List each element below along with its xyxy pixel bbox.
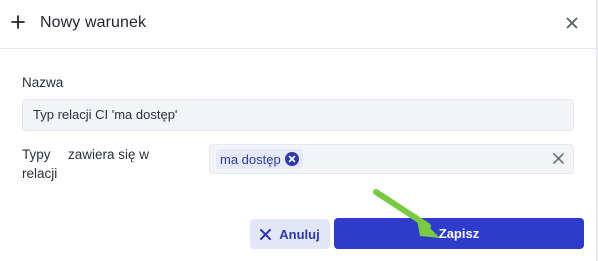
tag-remove-icon[interactable] <box>284 152 299 166</box>
save-button[interactable]: Zapisz <box>334 218 584 249</box>
cancel-button[interactable]: Anuluj <box>250 219 330 249</box>
name-input[interactable]: Typ relacji CI 'ma dostęp' <box>22 99 574 131</box>
tag-label: ma dostęp <box>220 151 281 167</box>
dialog-title: Nowy warunek <box>40 14 147 31</box>
cancel-button-label: Anuluj <box>279 226 320 242</box>
name-label: Nazwa <box>22 75 64 90</box>
clear-icon[interactable] <box>553 153 564 164</box>
dialog-header: Nowy warunek <box>0 0 596 49</box>
close-icon <box>260 228 272 240</box>
tag-chip: ma dostęp <box>216 149 303 169</box>
types-label-line1: Typy <box>22 147 51 162</box>
plus-icon <box>11 15 25 29</box>
operator-label: zawiera się w <box>68 147 150 162</box>
relation-types-input[interactable]: ma dostęp <box>209 144 574 174</box>
save-button-label: Zapisz <box>438 226 480 241</box>
close-icon[interactable] <box>566 17 578 29</box>
types-label-line2: relacji <box>22 166 58 181</box>
new-condition-dialog: Nowy warunek Nazwa Typ relacji CI 'ma do… <box>0 0 597 261</box>
